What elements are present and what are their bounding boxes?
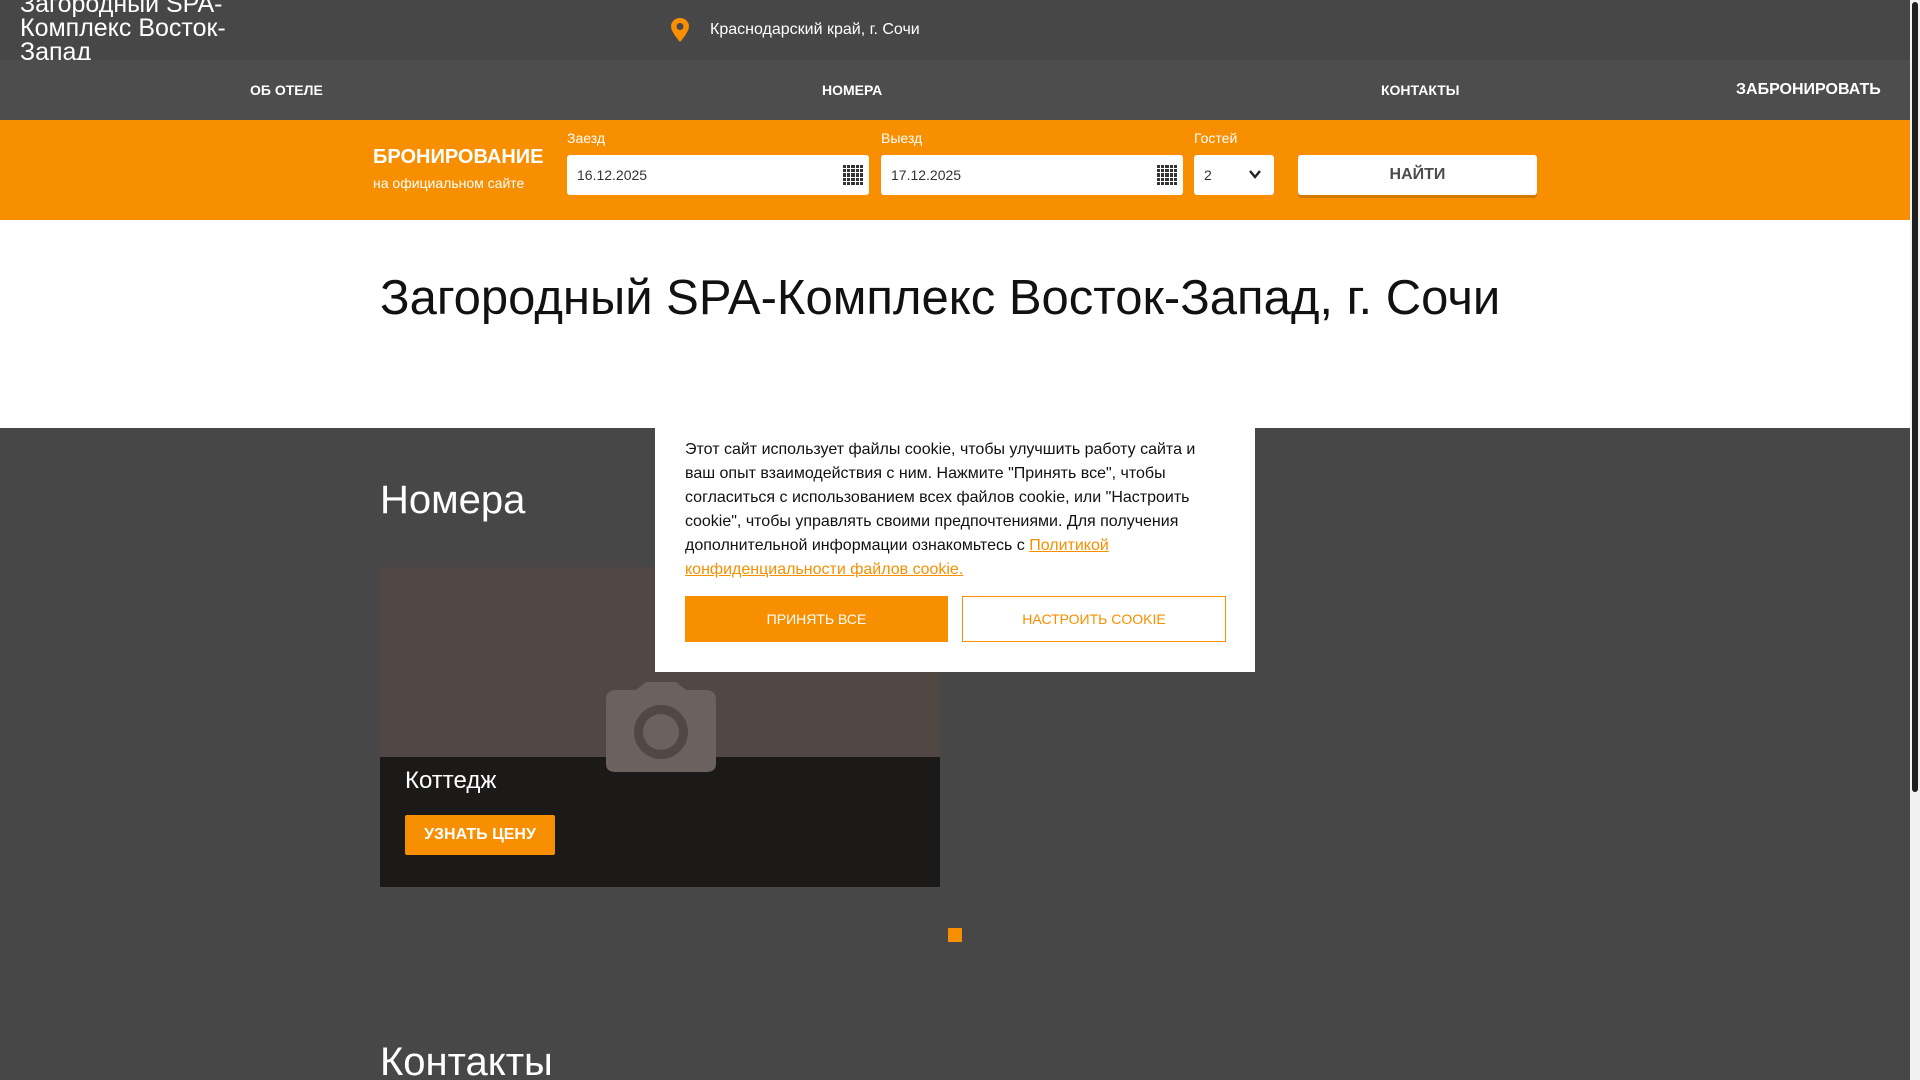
location-info: Краснодарский край, г. Сочи (670, 18, 920, 42)
cookie-text: Этот сайт использует файлы cookie, чтобы… (685, 438, 1225, 582)
cookie-settings-button[interactable]: НАСТРОИТЬ COOKIE (962, 596, 1226, 642)
chevron-down-icon (1249, 170, 1261, 179)
camera-icon (606, 682, 716, 772)
site-logo[interactable]: Загородный SPA-Комплекс Восток-Запад (20, 0, 250, 65)
booking-bar: БРОНИРОВАНИЕ на официальном сайте Заезд … (0, 120, 1910, 220)
nav-contacts[interactable]: КОНТАКТЫ (1381, 60, 1459, 120)
scrollbar-thumb[interactable] (1912, 2, 1918, 792)
page-scrollbar[interactable] (1910, 0, 1920, 1080)
booking-title: БРОНИРОВАНИЕ (373, 146, 544, 168)
checkout-value: 17.12.2025 (891, 167, 962, 183)
booking-subtitle: на официальном сайте (373, 175, 525, 191)
guests-select[interactable]: 2 (1194, 155, 1274, 195)
cookie-message: Этот сайт использует файлы cookie, чтобы… (685, 441, 1196, 554)
cookie-dialog: Этот сайт использует файлы cookie, чтобы… (655, 428, 1255, 672)
hero-section: Загородный SPA-Комплекс Восток-Запад, г.… (0, 220, 1910, 428)
guests-label: Гостей (1194, 130, 1238, 146)
checkout-label: Выезд (881, 130, 923, 146)
map-pin-icon (671, 18, 689, 42)
carousel-dot[interactable] (948, 928, 962, 942)
top-header: Загородный SPA-Комплекс Восток-Запад Кра… (0, 0, 1910, 65)
rooms-title: Номера (380, 478, 526, 522)
checkout-input[interactable]: 17.12.2025 (881, 155, 1183, 195)
guests-value: 2 (1204, 167, 1212, 183)
room-name: Коттедж (405, 767, 497, 794)
nav-book[interactable]: ЗАБРОНИРОВАТЬ (1736, 60, 1881, 120)
get-price-button[interactable]: УЗНАТЬ ЦЕНУ (405, 815, 555, 855)
calendar-icon[interactable] (1157, 165, 1177, 185)
checkin-label: Заезд (567, 130, 606, 146)
find-button[interactable]: НАЙТИ (1298, 155, 1537, 195)
page-title: Загородный SPA-Комплекс Восток-Запад, г.… (380, 271, 1501, 325)
checkin-input[interactable]: 16.12.2025 (567, 155, 869, 195)
accept-all-button[interactable]: ПРИНЯТЬ ВСЕ (685, 596, 948, 642)
main-nav: ОБ ОТЕЛЕ НОМЕРА КОНТАКТЫ ЗАБРОНИРОВАТЬ (0, 60, 1910, 120)
calendar-icon[interactable] (843, 165, 863, 185)
checkin-value: 16.12.2025 (577, 167, 648, 183)
nav-about[interactable]: ОБ ОТЕЛЕ (250, 60, 323, 120)
nav-rooms[interactable]: НОМЕРА (822, 60, 882, 120)
contacts-title: Контакты (380, 1040, 553, 1080)
location-text: Краснодарский край, г. Сочи (710, 21, 920, 38)
